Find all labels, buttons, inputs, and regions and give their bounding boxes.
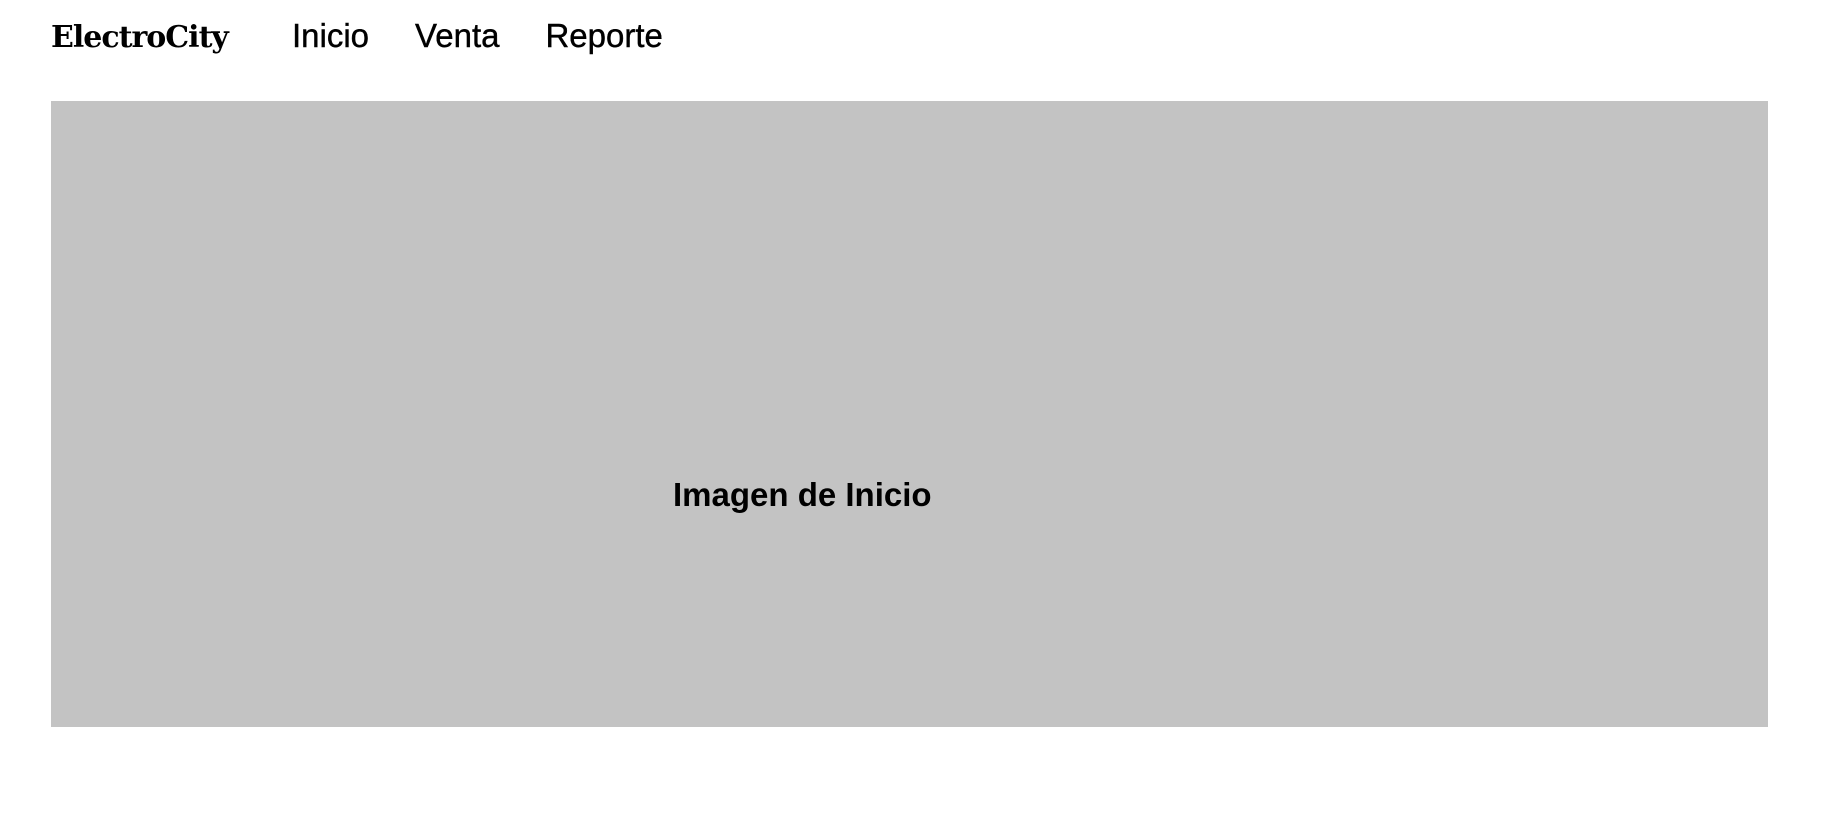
- nav-link-inicio[interactable]: Inicio: [292, 14, 369, 58]
- hero-image-placeholder: Imagen de Inicio: [51, 101, 1768, 727]
- nav-link-venta[interactable]: Venta: [415, 14, 500, 58]
- brand-logo[interactable]: ElectroCity: [51, 18, 229, 58]
- main-nav: Inicio Venta Reporte: [292, 14, 663, 58]
- hero-caption: Imagen de Inicio: [673, 476, 932, 513]
- top-navigation-bar: ElectroCity Inicio Venta Reporte: [0, 0, 1829, 80]
- nav-link-reporte[interactable]: Reporte: [545, 14, 663, 58]
